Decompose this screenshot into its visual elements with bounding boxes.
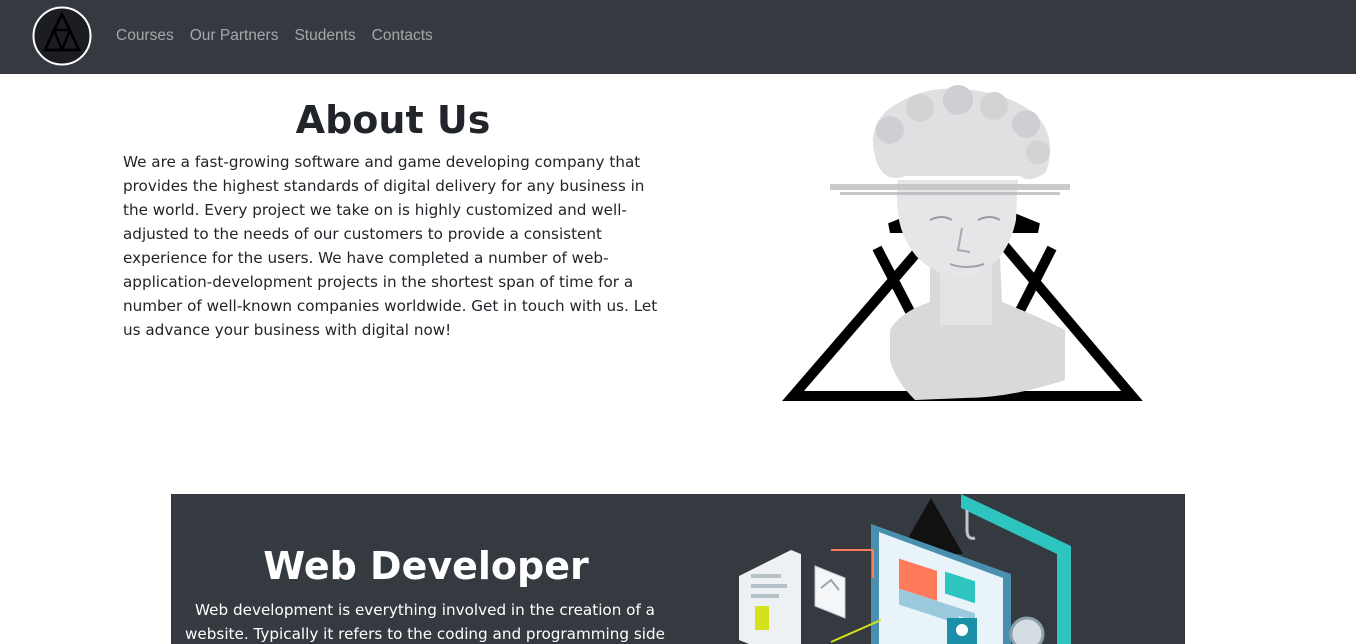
about-text: We are a fast-growing software and game … [123,153,658,339]
isometric-web-illustration [739,494,1071,644]
nav-link-our-partners[interactable]: Our Partners [190,27,279,45]
nav-link-contacts[interactable]: Contacts [372,27,433,45]
web-developer-text: Web development is everything involved i… [185,601,665,643]
triangle-logo-icon[interactable] [32,6,92,66]
web-developer-section: Web Developer Web development is everyth… [171,494,1185,644]
nav-link-courses[interactable]: Courses [116,27,174,45]
nav-link-students[interactable]: Students [294,27,355,45]
web-developer-title: Web Developer [263,544,589,588]
navbar: Courses Our Partners Students Contacts [0,0,1356,74]
nav-links: Courses Our Partners Students Contacts [116,27,433,45]
about-title: About Us [295,98,491,142]
statue-triangle-image [782,85,1143,401]
